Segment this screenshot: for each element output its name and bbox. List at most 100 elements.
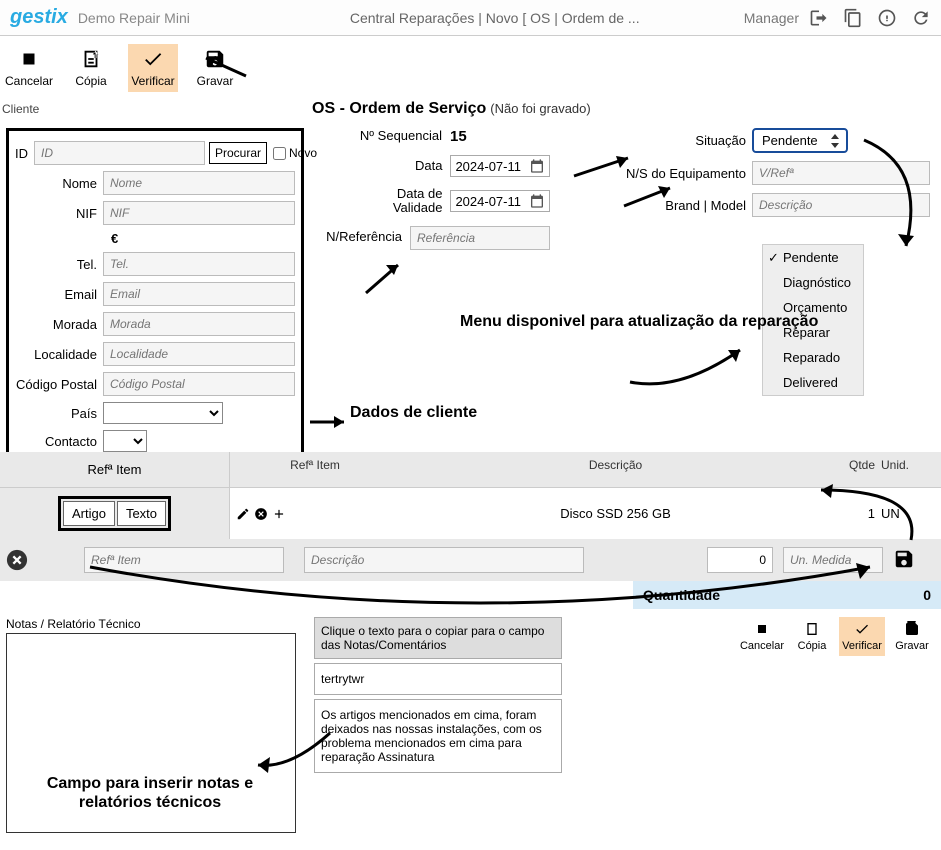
annotation-notas: Campo para inserir notas e relatórios té… — [20, 774, 280, 812]
col-desc: Descrição — [400, 458, 831, 481]
check-icon — [854, 621, 870, 637]
stop-icon — [18, 48, 40, 70]
annotation-arrow — [620, 342, 750, 392]
codigo-input[interactable] — [103, 372, 295, 396]
annotation-menu-disponivel: Menu disponivel para atualização da repa… — [460, 312, 818, 331]
id-label: ID — [15, 146, 34, 161]
mini-cancelar-button[interactable]: Cancelar — [739, 617, 785, 656]
main-toolbar: Cancelar Cópia Verificar Gravar — [0, 36, 941, 98]
annotation-arrow — [570, 152, 640, 182]
email-label: Email — [15, 287, 103, 302]
currency-indicator: € — [15, 231, 295, 246]
qty-total-value: 0 — [923, 587, 931, 603]
delete-icon[interactable] — [254, 507, 268, 521]
select-arrows-icon — [830, 134, 840, 148]
items-head-left: Refª Item — [0, 452, 230, 487]
pais-label: País — [15, 406, 103, 421]
mode-texto-button[interactable]: Texto — [117, 501, 166, 526]
validade-field[interactable]: 2024-07-11 — [450, 190, 550, 212]
item-desc: Disco SSD 256 GB — [400, 506, 831, 521]
tel-input[interactable] — [103, 252, 295, 276]
validade-label: Data de Validade — [370, 187, 450, 216]
localidade-input[interactable] — [103, 342, 295, 366]
calendar-icon — [529, 193, 545, 209]
dd-item-pendente[interactable]: Pendente — [763, 245, 863, 270]
col-qty: Qtde — [831, 458, 881, 481]
annotation-arrow — [80, 549, 880, 619]
add-icon[interactable] — [272, 507, 286, 521]
order-meta-panel: Nº Sequencial 15 Data 2024-07-11 Data de… — [330, 128, 550, 260]
tel-label: Tel. — [15, 257, 103, 272]
clipboard-icon — [80, 48, 102, 70]
user-label: Manager — [744, 10, 799, 26]
novo-checkbox[interactable] — [273, 147, 286, 160]
email-input[interactable] — [103, 282, 295, 306]
annotation-arrow — [811, 480, 931, 550]
dd-item-reparado[interactable]: Reparado — [763, 345, 863, 370]
situacao-select[interactable]: Pendente — [752, 128, 848, 153]
calendar-icon — [529, 158, 545, 174]
save-line-icon[interactable] — [893, 548, 915, 570]
dd-item-diagnostico[interactable]: Diagnóstico — [763, 270, 863, 295]
morada-input[interactable] — [103, 312, 295, 336]
annotation-arrow — [250, 729, 340, 779]
save-icon — [904, 621, 920, 637]
localidade-label: Localidade — [15, 347, 103, 362]
main-form-area: ID Procurar Novo Nome NIF € Tel. Email M… — [0, 122, 941, 452]
data-label: Data — [415, 159, 450, 173]
ref-input[interactable] — [410, 226, 550, 250]
copy-icon[interactable] — [843, 8, 863, 28]
cliente-section-label: Cliente — [2, 102, 312, 116]
logout-icon[interactable] — [809, 8, 829, 28]
mini-verificar-button[interactable]: Verificar — [839, 617, 885, 656]
seq-label: Nº Sequencial — [360, 129, 450, 143]
col-unid: Unid. — [881, 458, 941, 481]
copia-button[interactable]: Cópia — [66, 44, 116, 92]
data-field[interactable]: 2024-07-11 — [450, 155, 550, 177]
section-header: Cliente OS - Ordem de Serviço (Não foi g… — [0, 98, 941, 122]
client-panel: ID Procurar Novo Nome NIF € Tel. Email M… — [6, 128, 304, 473]
verificar-button[interactable]: Verificar — [128, 44, 178, 92]
nif-input[interactable] — [103, 201, 295, 225]
annotation-arrow — [362, 257, 408, 297]
annotation-arrow — [856, 136, 936, 256]
topbar: gestix Demo Repair Mini Central Reparaçõ… — [0, 0, 941, 36]
contacto-label: Contacto — [15, 434, 103, 449]
nome-label: Nome — [15, 176, 103, 191]
ref-label: N/Referência — [326, 230, 410, 244]
top-title: Demo Repair Mini — [78, 10, 190, 26]
close-icon[interactable] — [6, 549, 28, 571]
mini-gravar-button[interactable]: Gravar — [889, 617, 935, 656]
annotation-arrow — [308, 412, 354, 432]
breadcrumb: Central Reparações | Novo [ OS | Ordem d… — [350, 10, 744, 26]
bottom-area: Notas / Relatório Técnico Clique o texto… — [0, 609, 941, 841]
template-item-2[interactable]: Os artigos mencionados em cima, foram de… — [314, 699, 562, 773]
mode-artigo-button[interactable]: Artigo — [63, 501, 115, 526]
stop-icon — [754, 621, 770, 637]
help-icon[interactable] — [877, 8, 897, 28]
pais-select[interactable] — [103, 402, 223, 424]
col-ref: Refª Item — [230, 458, 400, 481]
annotation-arrow — [198, 46, 248, 80]
refresh-icon[interactable] — [911, 8, 931, 28]
nif-label: NIF — [15, 206, 103, 221]
annotation-dados-cliente: Dados de cliente — [350, 404, 477, 422]
app-logo: gestix — [10, 6, 68, 29]
morada-label: Morada — [15, 317, 103, 332]
edit-icon[interactable] — [236, 507, 250, 521]
annotation-arrow — [620, 182, 680, 212]
seq-value: 15 — [450, 128, 550, 145]
dd-item-delivered[interactable]: Delivered — [763, 370, 863, 395]
page-title: OS - Ordem de Serviço — [312, 100, 486, 118]
notes-label: Notas / Relatório Técnico — [6, 617, 304, 631]
template-item-1[interactable]: tertrytwr — [314, 663, 562, 695]
page-subtitle: (Não foi gravado) — [490, 101, 590, 116]
id-input[interactable] — [34, 141, 205, 165]
mini-copia-button[interactable]: Cópia — [789, 617, 835, 656]
procurar-button[interactable]: Procurar — [209, 142, 267, 164]
codigo-label: Código Postal — [15, 377, 103, 392]
cancelar-button[interactable]: Cancelar — [4, 44, 54, 92]
contacto-select[interactable] — [103, 430, 147, 452]
situacao-label: Situação — [620, 133, 752, 148]
nome-input[interactable] — [103, 171, 295, 195]
